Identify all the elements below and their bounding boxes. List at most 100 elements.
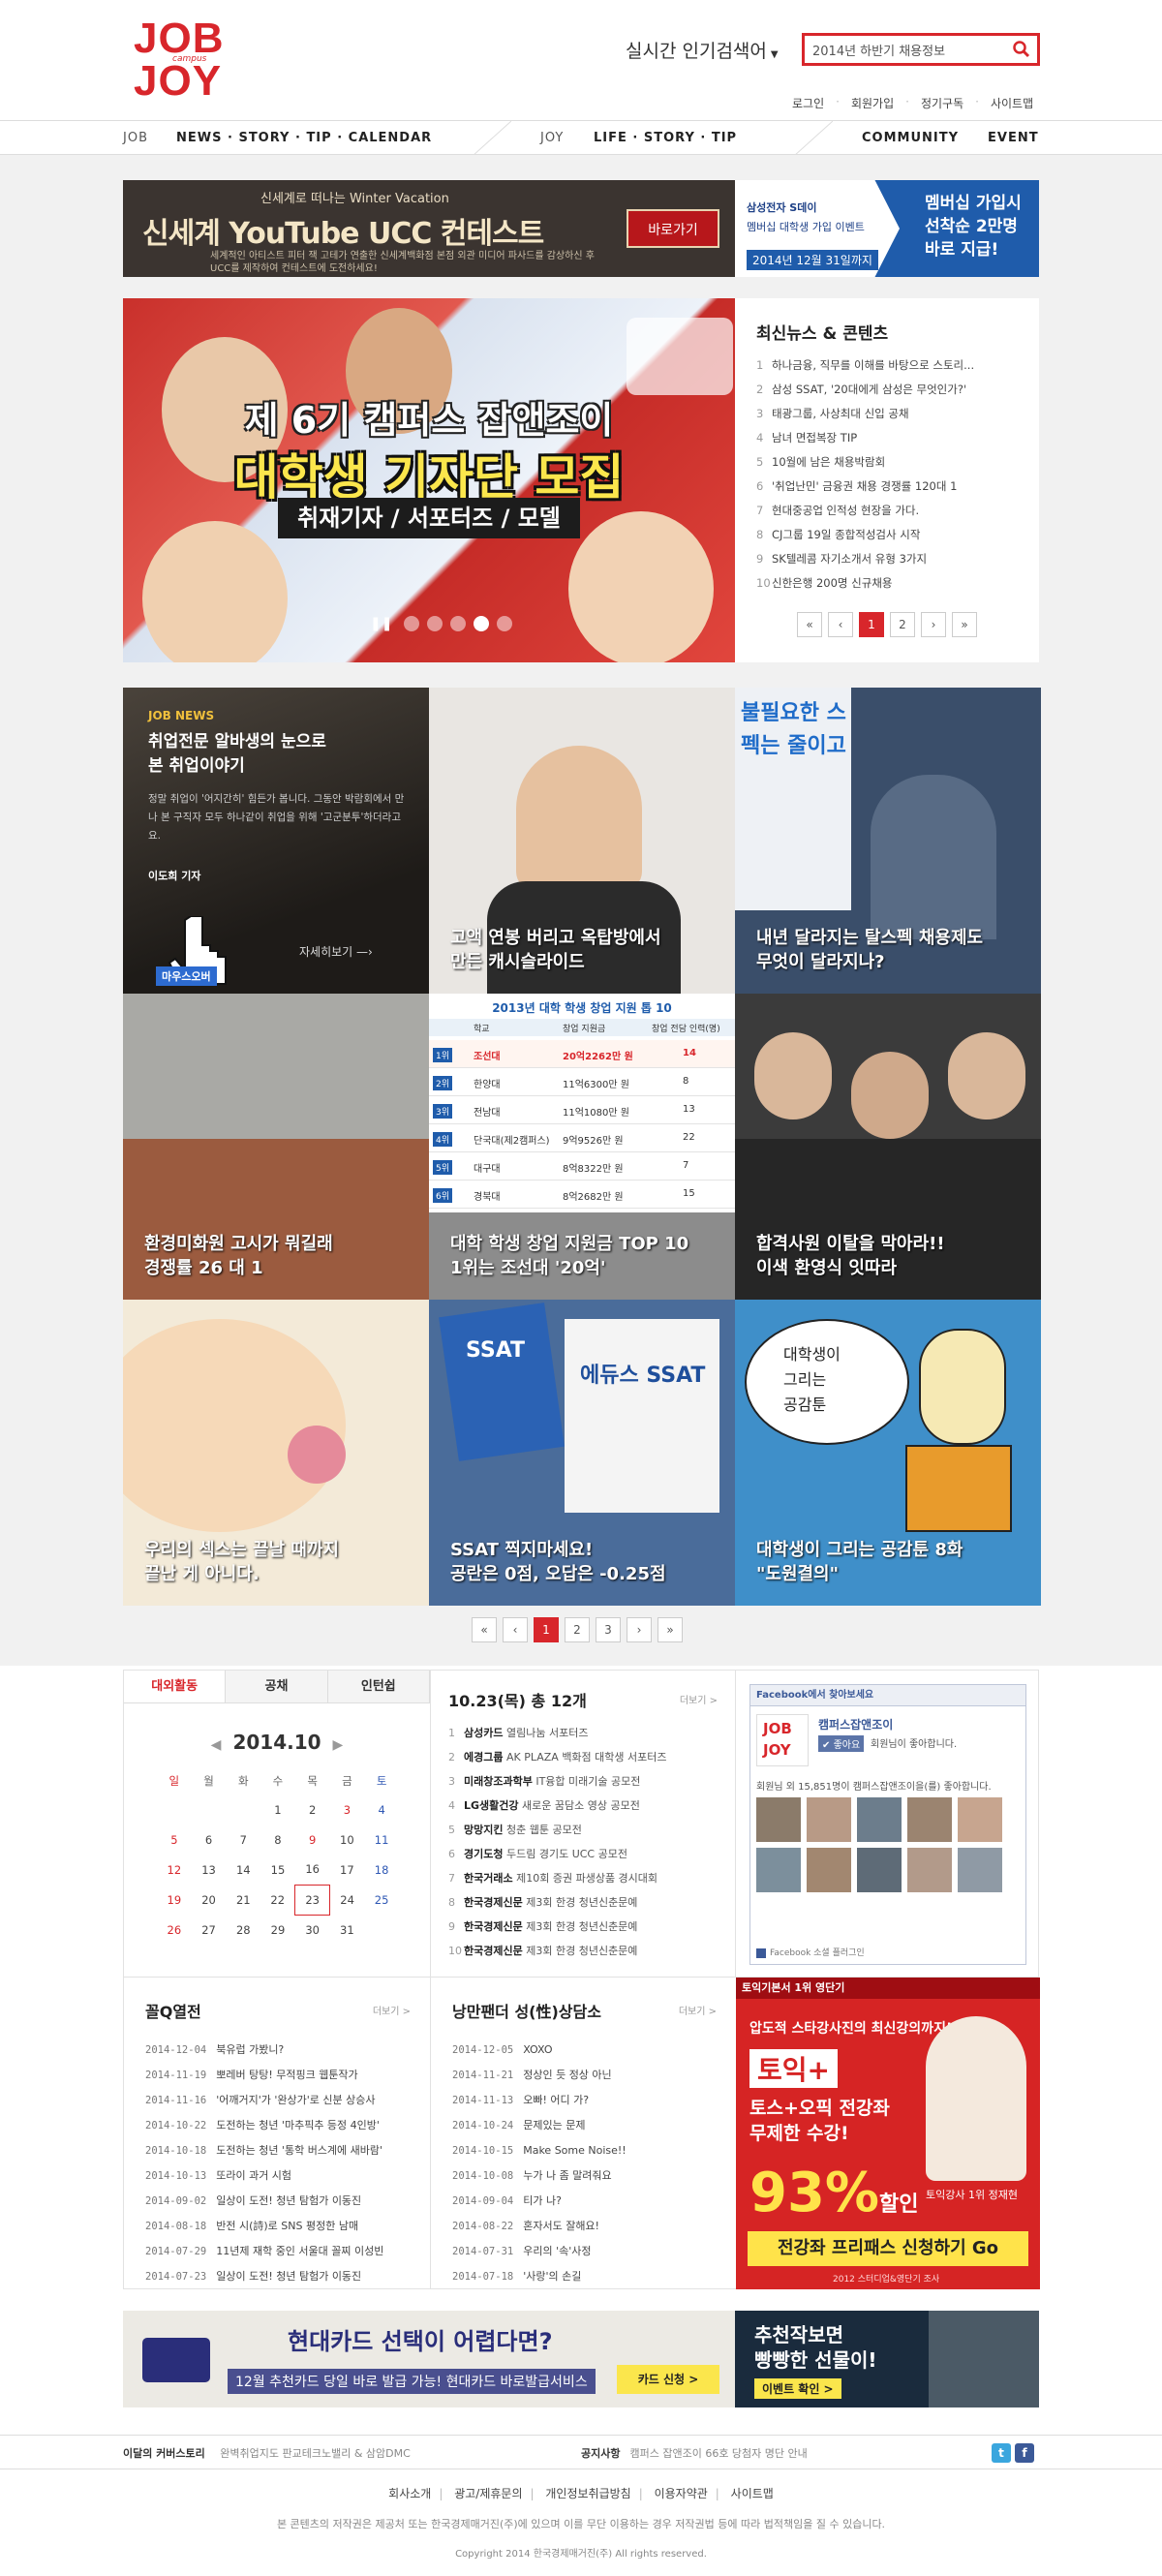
fb-friend-avatar[interactable]	[958, 1848, 1002, 1892]
event-item[interactable]: 5 망망지킨 청춘 웹툰 공모전	[448, 1818, 718, 1842]
tab-activities[interactable]: 대외활동	[124, 1671, 227, 1702]
nav-job-menu[interactable]: NEWS · STORY · TIP · CALENDAR	[176, 131, 432, 145]
fb-friend-avatar[interactable]	[857, 1797, 902, 1842]
tab-internship[interactable]: 인턴쉽	[327, 1671, 430, 1702]
latest-item[interactable]: 6 '취업난민' 금융권 채용 경쟁률 120대 1	[756, 475, 1018, 499]
fb-friend-avatar[interactable]	[807, 1848, 851, 1892]
qa-more-link[interactable]: 더보기 >	[373, 2003, 411, 2017]
pager-button[interactable]: 1	[859, 612, 884, 637]
tile-job-news[interactable]: JOB NEWS 취업전문 알바생의 눈으로 본 취업이야기 정말 취업이 '어…	[123, 688, 429, 994]
calendar-day[interactable]: 16	[295, 1855, 330, 1885]
events-more-link[interactable]: 더보기 >	[680, 1692, 718, 1706]
shinsegae-banner[interactable]: 신세계로 떠나는 Winter Vacation 신세계 YouTube UCC…	[123, 180, 735, 277]
card-apply-button[interactable]: 카드 신청 >	[617, 2365, 719, 2394]
pager-button[interactable]: 2	[565, 1617, 590, 1642]
post-item[interactable]: 2014-07-29 11년제 재학 중인 서울대 꼴찌 이성빈	[145, 2239, 409, 2264]
event-item[interactable]: 3 미래창조과학부 IT융합 미래기술 공모전	[448, 1769, 718, 1794]
calendar-day[interactable]: 25	[364, 1885, 399, 1915]
fb-friend-avatar[interactable]	[907, 1797, 952, 1842]
post-item[interactable]: 2014-07-18 '사랑'의 손길	[452, 2264, 715, 2289]
samsung-banner[interactable]: 삼성전자 S데이 멤버십 대학생 가입 이벤트 2014년 12월 31일까지 …	[735, 180, 1039, 277]
fb-like-button[interactable]: ✔ 좋아요	[818, 1735, 865, 1752]
calendar-day[interactable]: 30	[295, 1915, 330, 1945]
latest-item[interactable]: 10신한은행 200명 신규채용	[756, 571, 1018, 596]
post-item[interactable]: 2014-07-23 일상이 도전! 청년 탐험가 이동진	[145, 2264, 409, 2289]
latest-item[interactable]: 3 태광그룹, 사상최대 신입 공채	[756, 402, 1018, 426]
search-icon[interactable]	[1012, 40, 1031, 59]
calendar-day[interactable]: 2	[295, 1794, 330, 1825]
calendar-day[interactable]: 4	[364, 1794, 399, 1825]
movie-event-banner[interactable]: 추천작보면 빵빵한 선물이! 이벤트 확인 >	[735, 2311, 1039, 2407]
sitemap-link[interactable]: 사이트맵	[991, 95, 1033, 111]
toeic-ad[interactable]: 토익기본서 1위 영단기 압도적 스타강사진의 최신강의까지! 토익+ 토스+오…	[736, 1978, 1040, 2289]
event-item[interactable]: 2 에경그룹 AK PLAZA 백화점 대학생 서포터즈	[448, 1745, 718, 1769]
calendar-day[interactable]: 6	[192, 1825, 227, 1855]
footer-link-ad[interactable]: 광고/제휴문의	[454, 2487, 522, 2500]
latest-item[interactable]: 8 CJ그룹 19일 종합적성검사 시작	[756, 523, 1018, 547]
calendar-day[interactable]: 11	[364, 1825, 399, 1855]
prev-month-icon[interactable]: ◀	[211, 1737, 222, 1753]
pager-button[interactable]: 3	[596, 1617, 621, 1642]
notice-link[interactable]: 캠퍼스 잡앤조이 66호 당첨자 명단 안내	[629, 2447, 807, 2460]
event-item[interactable]: 1 삼성카드 열림나눔 서포터즈	[448, 1721, 718, 1745]
post-item[interactable]: 2014-10-24 문제있는 문제	[452, 2113, 715, 2138]
calendar-day[interactable]: 9	[295, 1825, 330, 1855]
fb-friend-avatar[interactable]	[756, 1848, 801, 1892]
pager-button[interactable]: »	[657, 1617, 683, 1642]
calendar-day[interactable]: 17	[330, 1855, 365, 1885]
fb-page-name[interactable]: 캠퍼스잡앤조이	[818, 1716, 893, 1733]
calendar-day[interactable]: 23	[294, 1884, 331, 1916]
latest-item[interactable]: 7 현대중공업 인적성 현장을 가다.	[756, 499, 1018, 523]
hyundai-card-banner[interactable]: 현대카드 선택이 어렵다면? 12월 추천카드 당일 바로 발급 가능! 현대카…	[123, 2311, 735, 2407]
calendar-day[interactable]: 14	[226, 1855, 260, 1885]
post-item[interactable]: 2014-10-13 또라이 과거 시험	[145, 2163, 409, 2189]
twitter-icon[interactable]: t	[992, 2443, 1011, 2463]
post-item[interactable]: 2014-10-08 누가 나 좀 말려줘요	[452, 2163, 715, 2189]
latest-item[interactable]: 1 하나금융, 직무를 이해를 바탕으로 스토리...	[756, 353, 1018, 378]
post-item[interactable]: 2014-10-18 도전하는 청년 '통학 버스계에 새바람'	[145, 2138, 409, 2163]
romance-more-link[interactable]: 더보기 >	[679, 2003, 717, 2017]
tile-welcome[interactable]: 합격사원 이탈을 막아라!! 이색 환영식 잇따라	[735, 994, 1041, 1300]
calendar-day[interactable]: 31	[330, 1915, 365, 1945]
pager-button[interactable]: ›	[921, 612, 946, 637]
latest-item[interactable]: 4 남녀 면접복장 TIP	[756, 426, 1018, 450]
tile-startup-fund[interactable]: 2013년 대학 학생 창업 지원 톱 10 학교 창업 지원금 창업 전담 인…	[429, 994, 735, 1300]
tile-spec[interactable]: 불필요한 스펙는 줄이고 내년 달라지는 탈스펙 채용제도 무엇이 달라지나?	[735, 688, 1041, 994]
event-item[interactable]: 10 한국경제신문 제3회 한경 청년신춘문예	[448, 1939, 718, 1963]
fb-friend-avatar[interactable]	[857, 1848, 902, 1892]
hero-dot[interactable]	[427, 616, 443, 631]
pager-button[interactable]: ›	[627, 1617, 652, 1642]
footer-link-terms[interactable]: 이용자약관	[655, 2487, 708, 2500]
fb-friend-avatar[interactable]	[958, 1797, 1002, 1842]
post-item[interactable]: 2014-08-22 혼자서도 잘해요!	[452, 2214, 715, 2239]
calendar-day[interactable]: 18	[364, 1855, 399, 1885]
pager-button[interactable]: »	[952, 612, 977, 637]
hero-dot[interactable]	[497, 616, 513, 631]
pager-button[interactable]: 2	[890, 612, 915, 637]
hero-dot-active[interactable]	[474, 616, 490, 631]
subscribe-link[interactable]: 정기구독	[921, 95, 963, 111]
latest-item[interactable]: 2 삼성 SSAT, '20대에게 삼성은 무엇인가?'	[756, 378, 1018, 402]
tile-cartoon[interactable]: 대학생이 그리는 공감툰 대학생이 그리는 공감툰 8화 "도원결의"	[735, 1300, 1041, 1606]
event-item[interactable]: 9 한국경제신문 제3회 한경 청년신춘문예	[448, 1915, 718, 1939]
calendar-day[interactable]: 5	[157, 1825, 192, 1855]
calendar-day[interactable]: 27	[192, 1915, 227, 1945]
next-month-icon[interactable]: ▶	[333, 1737, 344, 1753]
pager-button[interactable]: «	[797, 612, 822, 637]
post-item[interactable]: 2014-12-04 북유럽 가봤니?	[145, 2038, 409, 2063]
calendar-day[interactable]: 8	[260, 1825, 295, 1855]
calendar-day[interactable]: 10	[330, 1825, 365, 1855]
calendar-day[interactable]: 7	[226, 1825, 260, 1855]
pager-button[interactable]: ‹	[828, 612, 853, 637]
tile-ssat[interactable]: SSAT 에듀스 SSAT SSAT 찍지마세요! 공란은 0점, 오답은 -0…	[429, 1300, 735, 1606]
calendar-day[interactable]: 15	[260, 1855, 295, 1885]
footer-link-privacy[interactable]: 개인정보취급방침	[545, 2487, 630, 2500]
toeic-cta-button[interactable]: 전강좌 프리패스 신청하기 Go	[748, 2231, 1028, 2266]
hero-dot[interactable]	[450, 616, 467, 631]
signup-link[interactable]: 회원가입	[851, 95, 894, 111]
post-item[interactable]: 2014-08-18 반전 시(詩)로 SNS 평정한 남매	[145, 2214, 409, 2239]
pager-button[interactable]: «	[472, 1617, 497, 1642]
movie-event-button[interactable]: 이벤트 확인 >	[754, 2378, 841, 2399]
event-item[interactable]: 8 한국경제신문 제3회 한경 청년신춘문예	[448, 1890, 718, 1915]
calendar-day[interactable]: 1	[260, 1794, 295, 1825]
